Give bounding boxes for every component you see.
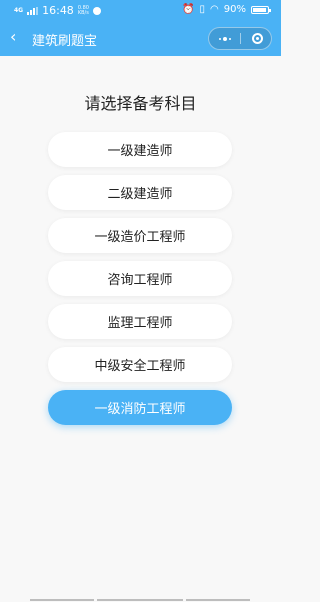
wifi-icon: ◠ <box>210 4 219 15</box>
subject-option-5[interactable]: 监理工程师 <box>48 304 232 339</box>
subject-option-2[interactable]: 二级建造师 <box>48 175 232 210</box>
status-time: 16:48 <box>42 4 74 17</box>
more-dots-icon <box>219 36 231 41</box>
status-left: 4G 16:48 0.80 KB/s <box>14 4 101 17</box>
status-bar: 4G 16:48 0.80 KB/s ⏰ ▯ ◠ 90% <box>0 0 281 22</box>
network-speed: 0.80 KB/s <box>77 5 89 16</box>
target-circle-icon <box>251 33 263 44</box>
nav-bar: ‹ 建筑刷题宝 <box>0 24 281 54</box>
close-button[interactable] <box>242 28 272 49</box>
battery-percent: 90% <box>223 4 246 15</box>
status-right: ⏰ ▯ ◠ 90% <box>182 4 271 15</box>
battery-icon <box>251 5 271 14</box>
notification-icon <box>92 6 101 15</box>
home-indicator-center <box>97 599 183 601</box>
subject-option-4[interactable]: 咨询工程师 <box>48 261 232 296</box>
signal-icon <box>27 6 39 15</box>
alarm-icon: ⏰ <box>182 4 195 15</box>
more-button[interactable] <box>209 28 241 49</box>
subject-option-7[interactable]: 一级消防工程师 <box>48 390 232 425</box>
app-header: 4G 16:48 0.80 KB/s ⏰ ▯ ◠ 90% ‹ 建筑刷题宝 <box>0 0 281 56</box>
home-indicator-right <box>186 599 250 601</box>
subject-option-3[interactable]: 一级造价工程师 <box>48 218 232 253</box>
capsule-divider <box>240 33 241 44</box>
network-speed-unit: KB/s <box>77 9 89 16</box>
vibrate-icon: ▯ <box>199 4 206 15</box>
home-indicator-left <box>30 599 94 601</box>
subject-option-6[interactable]: 中级安全工程师 <box>48 347 232 382</box>
battery-fill <box>253 7 266 12</box>
miniprogram-capsule <box>208 27 272 50</box>
subject-option-1[interactable]: 一级建造师 <box>48 132 232 167</box>
subject-heading: 请选择备考科目 <box>84 94 197 113</box>
back-chevron-icon[interactable]: ‹ <box>10 27 16 46</box>
network-type: 4G <box>14 6 24 14</box>
page-title: 建筑刷题宝 <box>32 34 98 49</box>
